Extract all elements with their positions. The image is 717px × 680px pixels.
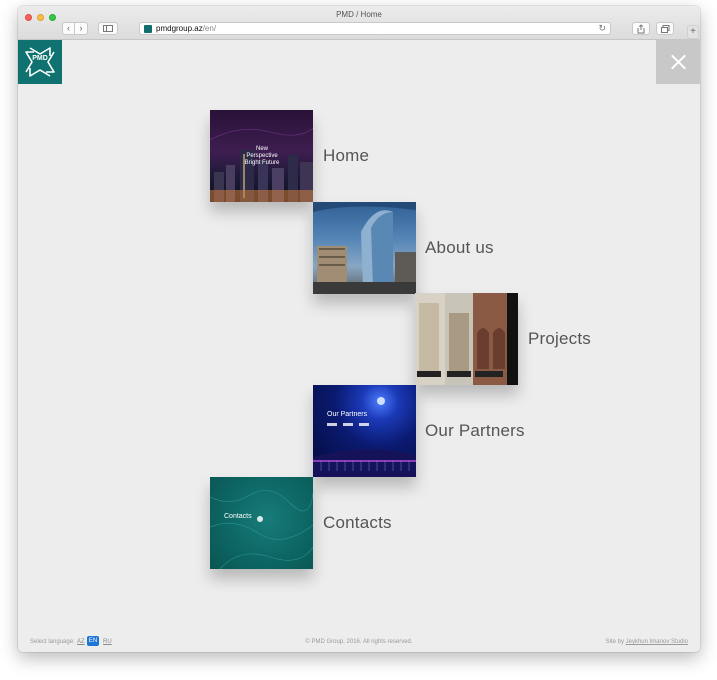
chevron-left-icon: ‹ xyxy=(67,23,70,33)
show-tabs-button[interactable] xyxy=(656,22,674,35)
close-menu-button[interactable] xyxy=(656,40,700,84)
site-credit: Site by Jeykhun Imanov Studio xyxy=(606,639,688,645)
menu-tile-contacts[interactable]: Contacts xyxy=(210,477,313,569)
reload-icon[interactable]: ↻ xyxy=(598,23,606,34)
contacts-tile-caption: Contacts xyxy=(224,513,252,520)
credit-prefix: Site by xyxy=(605,639,624,645)
menu-tile-about-us[interactable] xyxy=(313,202,416,294)
menu-item-our-partners[interactable]: Our Partners xyxy=(425,421,525,441)
url-text: pmdgroup.az/en/ xyxy=(156,24,217,33)
partners-night-image xyxy=(313,397,416,477)
menu-item-home[interactable]: Home xyxy=(323,146,369,166)
menu-item-contacts[interactable]: Contacts xyxy=(323,513,392,533)
menu-item-about-us[interactable]: About us xyxy=(425,238,494,258)
page-footer: Select language: AZ EN RU © PMD Group, 2… xyxy=(18,636,700,650)
copyright-text: © PMD Group, 2016. All rights reserved. xyxy=(305,639,413,645)
page-content: PMD New Perspective Bright Future Home A… xyxy=(18,40,700,652)
towers-image xyxy=(313,202,416,294)
map-image xyxy=(210,490,313,569)
logo-text: PMD xyxy=(32,55,48,62)
back-button[interactable]: ‹ xyxy=(62,22,75,35)
address-bar[interactable]: pmdgroup.az/en/ ↻ xyxy=(139,22,611,35)
tabs-icon xyxy=(660,25,669,33)
studio-link[interactable]: Jeykhun Imanov Studio xyxy=(626,639,688,645)
share-button[interactable] xyxy=(632,22,650,35)
browser-toolbar: PMD / Home ‹ › pmdgroup.az/en/ ↻ + xyxy=(18,6,700,40)
forward-button[interactable]: › xyxy=(75,22,88,35)
favicon-icon xyxy=(144,25,152,33)
window-title: PMD / Home xyxy=(336,10,382,19)
partners-tile-caption: Our Partners xyxy=(327,411,368,418)
menu-tile-home[interactable]: New Perspective Bright Future xyxy=(210,110,313,202)
menu-tile-our-partners[interactable]: Our Partners xyxy=(313,385,416,477)
browser-window: PMD / Home ‹ › pmdgroup.az/en/ ↻ + PMD N… xyxy=(18,6,700,652)
logo-mark-icon xyxy=(25,47,55,77)
chevron-right-icon: › xyxy=(79,23,83,33)
sidebar-icon xyxy=(103,25,113,32)
menu-tile-projects[interactable] xyxy=(415,293,518,385)
sidebar-toggle-button[interactable] xyxy=(98,22,118,35)
new-tab-button[interactable]: + xyxy=(687,25,699,39)
home-tile-caption: New Perspective Bright Future xyxy=(244,146,280,166)
menu-item-projects[interactable]: Projects xyxy=(528,329,591,349)
pmd-logo[interactable]: PMD xyxy=(18,40,62,84)
share-icon xyxy=(637,24,645,34)
projects-buildings-image xyxy=(415,293,518,385)
